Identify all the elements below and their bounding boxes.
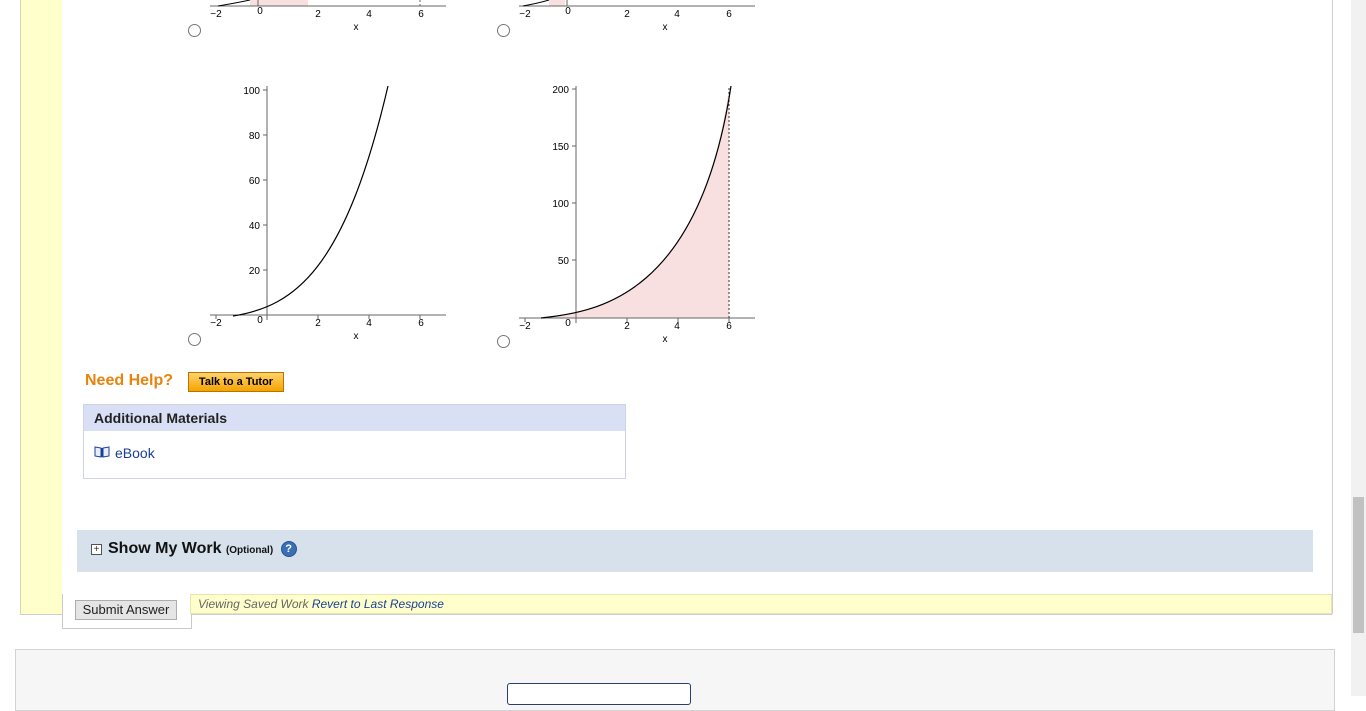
need-help-heading: Need Help? (85, 372, 174, 389)
tick-label: −2 (210, 9, 222, 20)
show-my-work-title: Show My Work (108, 540, 222, 557)
tick-label: 4 (366, 9, 372, 20)
frame-bottom-border (20, 614, 1332, 615)
axis-label: x (354, 22, 359, 33)
tick-label: 0 (257, 315, 263, 326)
left-margin-band (20, 0, 63, 614)
answer-radio-a[interactable] (188, 24, 201, 37)
answer-radio-d[interactable] (497, 335, 510, 348)
tick-label: 4 (366, 318, 372, 329)
book-icon (94, 445, 110, 461)
tick-label: 6 (726, 9, 732, 20)
graph-option-c: 100 80 60 40 20 −2 0 2 4 6 x (200, 80, 460, 342)
tick-label: 2 (624, 9, 630, 20)
tick-label: 60 (249, 176, 261, 187)
tick-label: 6 (418, 318, 424, 329)
scrollbar-thumb[interactable] (1353, 497, 1364, 633)
tick-label: 0 (565, 6, 571, 17)
additional-materials-heading: Additional Materials (84, 405, 625, 431)
tick-label: 2 (315, 9, 321, 20)
bottom-input-box[interactable] (507, 683, 691, 705)
graph-option-d: 200 150 100 50 −2 0 2 4 6 x (509, 80, 769, 345)
ebook-label: eBook (115, 445, 155, 461)
tick-label: 6 (418, 9, 424, 20)
show-my-work-bar[interactable]: + Show My Work (Optional) ? (77, 530, 1313, 572)
answer-radio-b[interactable] (497, 24, 510, 37)
tick-label: 40 (249, 221, 261, 232)
tick-label: 100 (243, 86, 260, 97)
axis-label: x (354, 331, 359, 342)
tick-label: −2 (210, 318, 222, 329)
tick-label: 6 (726, 321, 732, 332)
tick-label: 0 (257, 6, 263, 17)
tick-label: 100 (552, 199, 569, 210)
tick-label: 2 (624, 321, 630, 332)
submit-answer-button[interactable]: Submit Answer (75, 600, 177, 620)
axis-label: x (663, 334, 668, 345)
tick-label: −2 (519, 321, 531, 332)
ebook-link[interactable]: eBook (94, 445, 155, 461)
submit-container: Submit Answer (62, 594, 192, 629)
help-icon[interactable]: ? (280, 540, 297, 557)
tick-label: 150 (552, 142, 569, 153)
saved-work-bar: Viewing Saved Work Revert to Last Respon… (190, 594, 1332, 614)
tick-label: 4 (674, 321, 680, 332)
tick-label: 0 (565, 318, 571, 329)
tick-label: 50 (558, 256, 570, 267)
vertical-scrollbar[interactable] (1351, 0, 1366, 696)
additional-materials-panel: Additional Materials eBook (83, 404, 626, 479)
tick-label: 200 (552, 85, 569, 96)
axis-label: x (663, 22, 668, 33)
tick-label: 20 (249, 266, 261, 277)
tick-label: 2 (315, 318, 321, 329)
expand-toggle-icon[interactable]: + (91, 544, 102, 555)
talk-to-tutor-button[interactable]: Talk to a Tutor (188, 372, 284, 392)
optional-label: (Optional) (225, 545, 274, 556)
revert-link[interactable]: Revert to Last Response (312, 597, 444, 611)
saved-status-text: Viewing Saved Work (198, 597, 309, 611)
tick-label: −2 (519, 9, 531, 20)
tick-label: 80 (249, 131, 261, 142)
tick-label: 4 (674, 9, 680, 20)
graph-option-a: −2 0 2 4 6 x (200, 0, 460, 36)
graph-option-b: −2 0 2 4 6 x (509, 0, 769, 36)
answer-radio-c[interactable] (188, 333, 201, 346)
